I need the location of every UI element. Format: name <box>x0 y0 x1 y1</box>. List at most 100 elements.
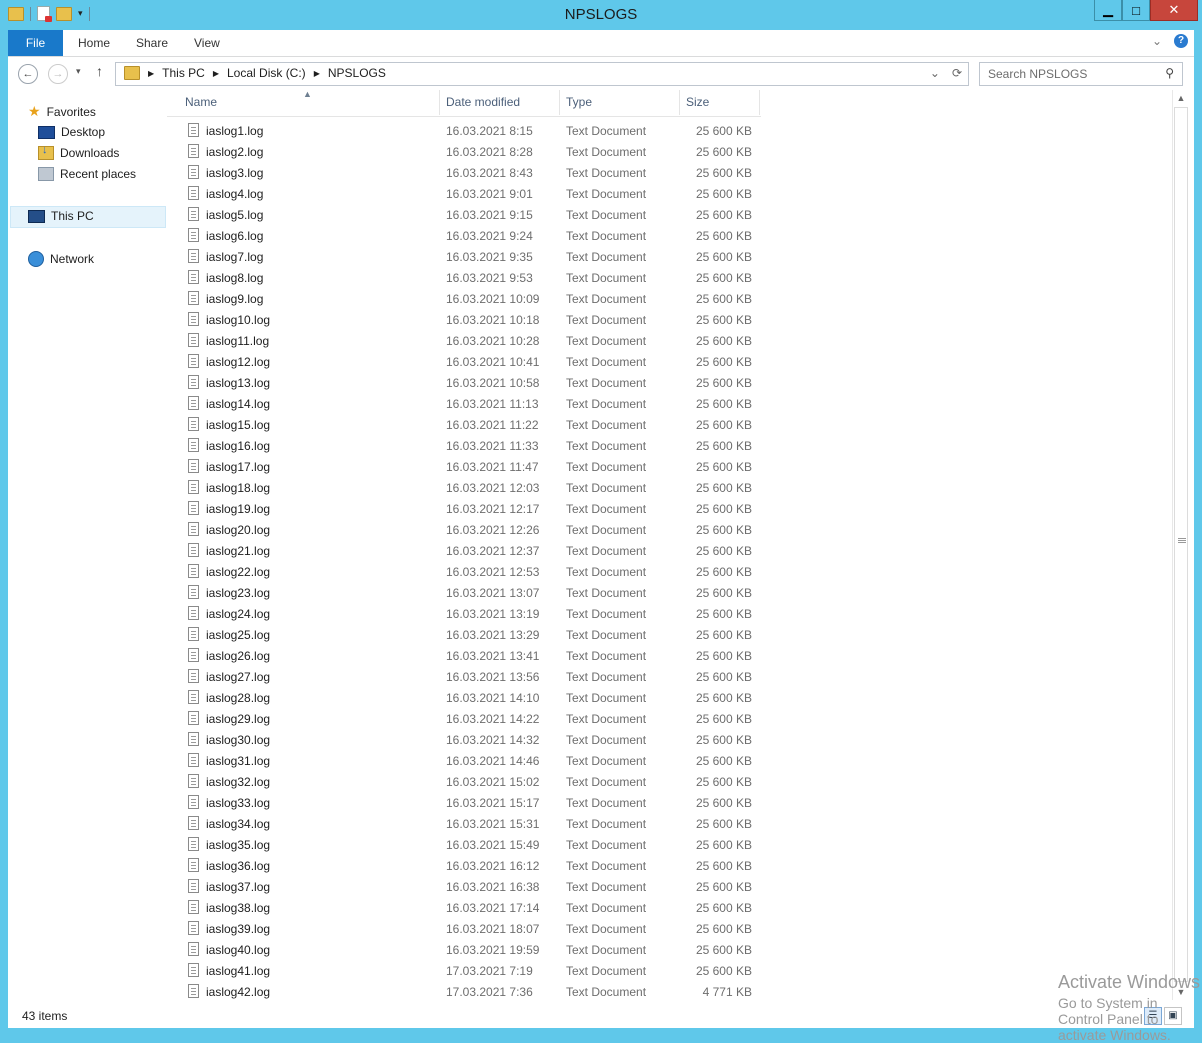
table-row[interactable]: iaslog19.log 16.03.2021 12:17 Text Documen… <box>167 499 761 520</box>
chevron-down-icon[interactable]: ⌄ <box>1152 34 1162 48</box>
text-file-icon <box>188 333 199 347</box>
table-row[interactable]: iaslog32.log 16.03.2021 15:02 Text Documen… <box>167 772 761 793</box>
scrollbar-thumb[interactable] <box>1174 107 1188 982</box>
table-row[interactable]: iaslog36.log 16.03.2021 16:12 Text Documen… <box>167 856 761 877</box>
table-row[interactable]: iaslog11.log 16.03.2021 10:28 Text Documen… <box>167 331 761 352</box>
file-date-modified: 16.03.2021 11:33 <box>446 439 539 453</box>
file-type: Text Document <box>566 922 647 936</box>
table-row[interactable]: iaslog18.log 16.03.2021 12:03 Text Documen… <box>167 478 761 499</box>
file-type: Text Document <box>566 712 647 726</box>
table-row[interactable]: iaslog16.log 16.03.2021 11:33 Text Documen… <box>167 436 761 457</box>
table-row[interactable]: iaslog34.log 16.03.2021 15:31 Text Documen… <box>167 814 761 835</box>
tab-share[interactable]: Share <box>136 36 168 50</box>
table-row[interactable]: iaslog29.log 16.03.2021 14:22 Text Documen… <box>167 709 761 730</box>
table-row[interactable]: iaslog22.log 16.03.2021 12:53 Text Documen… <box>167 562 761 583</box>
chevron-right-icon[interactable]: ▶ <box>213 69 219 78</box>
table-row[interactable]: iaslog9.log 16.03.2021 10:09 Text Document… <box>167 289 761 310</box>
file-type: Text Document <box>566 901 647 915</box>
maximize-button[interactable]: □ <box>1122 0 1150 21</box>
vertical-scrollbar[interactable]: ▲ ▼ <box>1172 90 1189 1000</box>
nav-favorites[interactable]: ★ Favorites <box>28 103 96 120</box>
table-row[interactable]: iaslog23.log 16.03.2021 13:07 Text Documen… <box>167 583 761 604</box>
tab-file[interactable]: File <box>8 30 63 56</box>
file-name: iaslog12.log <box>206 355 271 369</box>
table-row[interactable]: iaslog8.log 16.03.2021 9:53 Text Document 2… <box>167 268 761 289</box>
table-row[interactable]: iaslog41.log 17.03.2021 7:19 Text Document… <box>167 961 761 982</box>
text-file-icon <box>188 417 199 431</box>
table-row[interactable]: iaslog30.log 16.03.2021 14:32 Text Documen… <box>167 730 761 751</box>
nav-downloads[interactable]: Downloads <box>38 144 119 160</box>
table-row[interactable]: iaslog2.log 16.03.2021 8:28 Text Document 2… <box>167 142 761 163</box>
text-file-icon <box>188 123 199 137</box>
address-dropdown-icon[interactable]: ⌄ <box>930 66 940 80</box>
up-arrow-icon[interactable]: ↑ <box>96 63 103 79</box>
breadcrumb-npslogs[interactable]: NPSLOGS <box>328 66 386 80</box>
chevron-right-icon[interactable]: ▶ <box>314 69 320 78</box>
table-row[interactable]: iaslog3.log 16.03.2021 8:43 Text Document 2… <box>167 163 761 184</box>
table-row[interactable]: iaslog38.log 16.03.2021 17:14 Text Documen… <box>167 898 761 919</box>
table-row[interactable]: iaslog40.log 16.03.2021 19:59 Text Documen… <box>167 940 761 961</box>
column-header-name[interactable]: Name <box>179 90 440 115</box>
file-type: Text Document <box>566 208 647 222</box>
search-icon[interactable]: ⚲ <box>1165 66 1174 80</box>
recent-locations-icon[interactable]: ▾ <box>76 66 81 77</box>
table-row[interactable]: iaslog6.log 16.03.2021 9:24 Text Document 2… <box>167 226 761 247</box>
table-row[interactable]: iaslog42.log 17.03.2021 7:36 Text Document… <box>167 982 761 1000</box>
column-header-date[interactable]: Date modified <box>440 90 560 115</box>
table-row[interactable]: iaslog4.log 16.03.2021 9:01 Text Document 2… <box>167 184 761 205</box>
file-date-modified: 16.03.2021 9:35 <box>446 250 533 264</box>
table-row[interactable]: iaslog31.log 16.03.2021 14:46 Text Documen… <box>167 751 761 772</box>
close-button[interactable]: ✕ <box>1150 0 1198 21</box>
text-file-icon <box>188 438 199 452</box>
forward-button[interactable]: → <box>48 64 68 84</box>
table-row[interactable]: iaslog10.log 16.03.2021 10:18 Text Documen… <box>167 310 761 331</box>
file-date-modified: 16.03.2021 18:07 <box>446 922 540 936</box>
tab-home[interactable]: Home <box>78 36 110 50</box>
chevron-right-icon[interactable]: ▶ <box>148 69 154 78</box>
file-size: 25 600 KB <box>695 733 752 747</box>
address-bar[interactable]: ▶ This PC ▶ Local Disk (C:) ▶ NPSLOGS ⌄ … <box>115 62 969 86</box>
table-row[interactable]: iaslog20.log 16.03.2021 12:26 Text Documen… <box>167 520 761 541</box>
table-row[interactable]: iaslog25.log 16.03.2021 13:29 Text Documen… <box>167 625 761 646</box>
table-row[interactable]: iaslog14.log 16.03.2021 11:13 Text Documen… <box>167 394 761 415</box>
nav-recent-places[interactable]: Recent places <box>38 167 136 181</box>
table-row[interactable]: iaslog21.log 16.03.2021 12:37 Text Documen… <box>167 541 761 562</box>
text-file-icon <box>188 690 199 704</box>
table-row[interactable]: iaslog12.log 16.03.2021 10:41 Text Documen… <box>167 352 761 373</box>
file-name: iaslog2.log <box>206 145 264 159</box>
help-icon[interactable]: ? <box>1174 34 1188 48</box>
table-row[interactable]: iaslog15.log 16.03.2021 11:22 Text Documen… <box>167 415 761 436</box>
back-button[interactable]: ← <box>18 64 38 84</box>
table-row[interactable]: iaslog37.log 16.03.2021 16:38 Text Documen… <box>167 877 761 898</box>
file-name: iaslog8.log <box>206 271 264 285</box>
table-row[interactable]: iaslog13.log 16.03.2021 10:58 Text Documen… <box>167 373 761 394</box>
table-row[interactable]: iaslog24.log 16.03.2021 13:19 Text Documen… <box>167 604 761 625</box>
breadcrumb-local-disk[interactable]: Local Disk (C:) <box>227 66 306 80</box>
scroll-up-icon[interactable]: ▲ <box>1173 90 1189 106</box>
nav-desktop[interactable]: Desktop <box>38 125 105 139</box>
file-type: Text Document <box>566 397 647 411</box>
file-name: iaslog11.log <box>206 334 270 348</box>
column-header-type[interactable]: Type <box>560 90 680 115</box>
nav-this-pc[interactable]: This PC <box>28 209 94 223</box>
file-name: iaslog40.log <box>206 943 271 957</box>
tab-view[interactable]: View <box>194 36 220 50</box>
table-row[interactable]: iaslog27.log 16.03.2021 13:56 Text Documen… <box>167 667 761 688</box>
table-row[interactable]: iaslog35.log 16.03.2021 15:49 Text Documen… <box>167 835 761 856</box>
table-row[interactable]: iaslog33.log 16.03.2021 15:17 Text Documen… <box>167 793 761 814</box>
file-name: iaslog23.log <box>206 586 271 600</box>
search-box[interactable]: Search NPSLOGS ⚲ <box>979 62 1183 86</box>
breadcrumb-this-pc[interactable]: This PC <box>162 66 205 80</box>
table-row[interactable]: iaslog26.log 16.03.2021 13:41 Text Documen… <box>167 646 761 667</box>
table-row[interactable]: iaslog17.log 16.03.2021 11:47 Text Documen… <box>167 457 761 478</box>
nav-network[interactable]: Network <box>28 251 94 267</box>
refresh-icon[interactable]: ⟳ <box>952 66 962 80</box>
table-row[interactable]: iaslog5.log 16.03.2021 9:15 Text Document 2… <box>167 205 761 226</box>
table-row[interactable]: iaslog1.log 16.03.2021 8:15 Text Document 2… <box>167 121 761 142</box>
table-row[interactable]: iaslog28.log 16.03.2021 14:10 Text Documen… <box>167 688 761 709</box>
minimize-button[interactable]: ▁ <box>1094 0 1122 21</box>
column-header-size[interactable]: Size <box>680 90 760 115</box>
search-input[interactable]: Search NPSLOGS <box>988 67 1087 81</box>
table-row[interactable]: iaslog39.log 16.03.2021 18:07 Text Documen… <box>167 919 761 940</box>
table-row[interactable]: iaslog7.log 16.03.2021 9:35 Text Document 2… <box>167 247 761 268</box>
